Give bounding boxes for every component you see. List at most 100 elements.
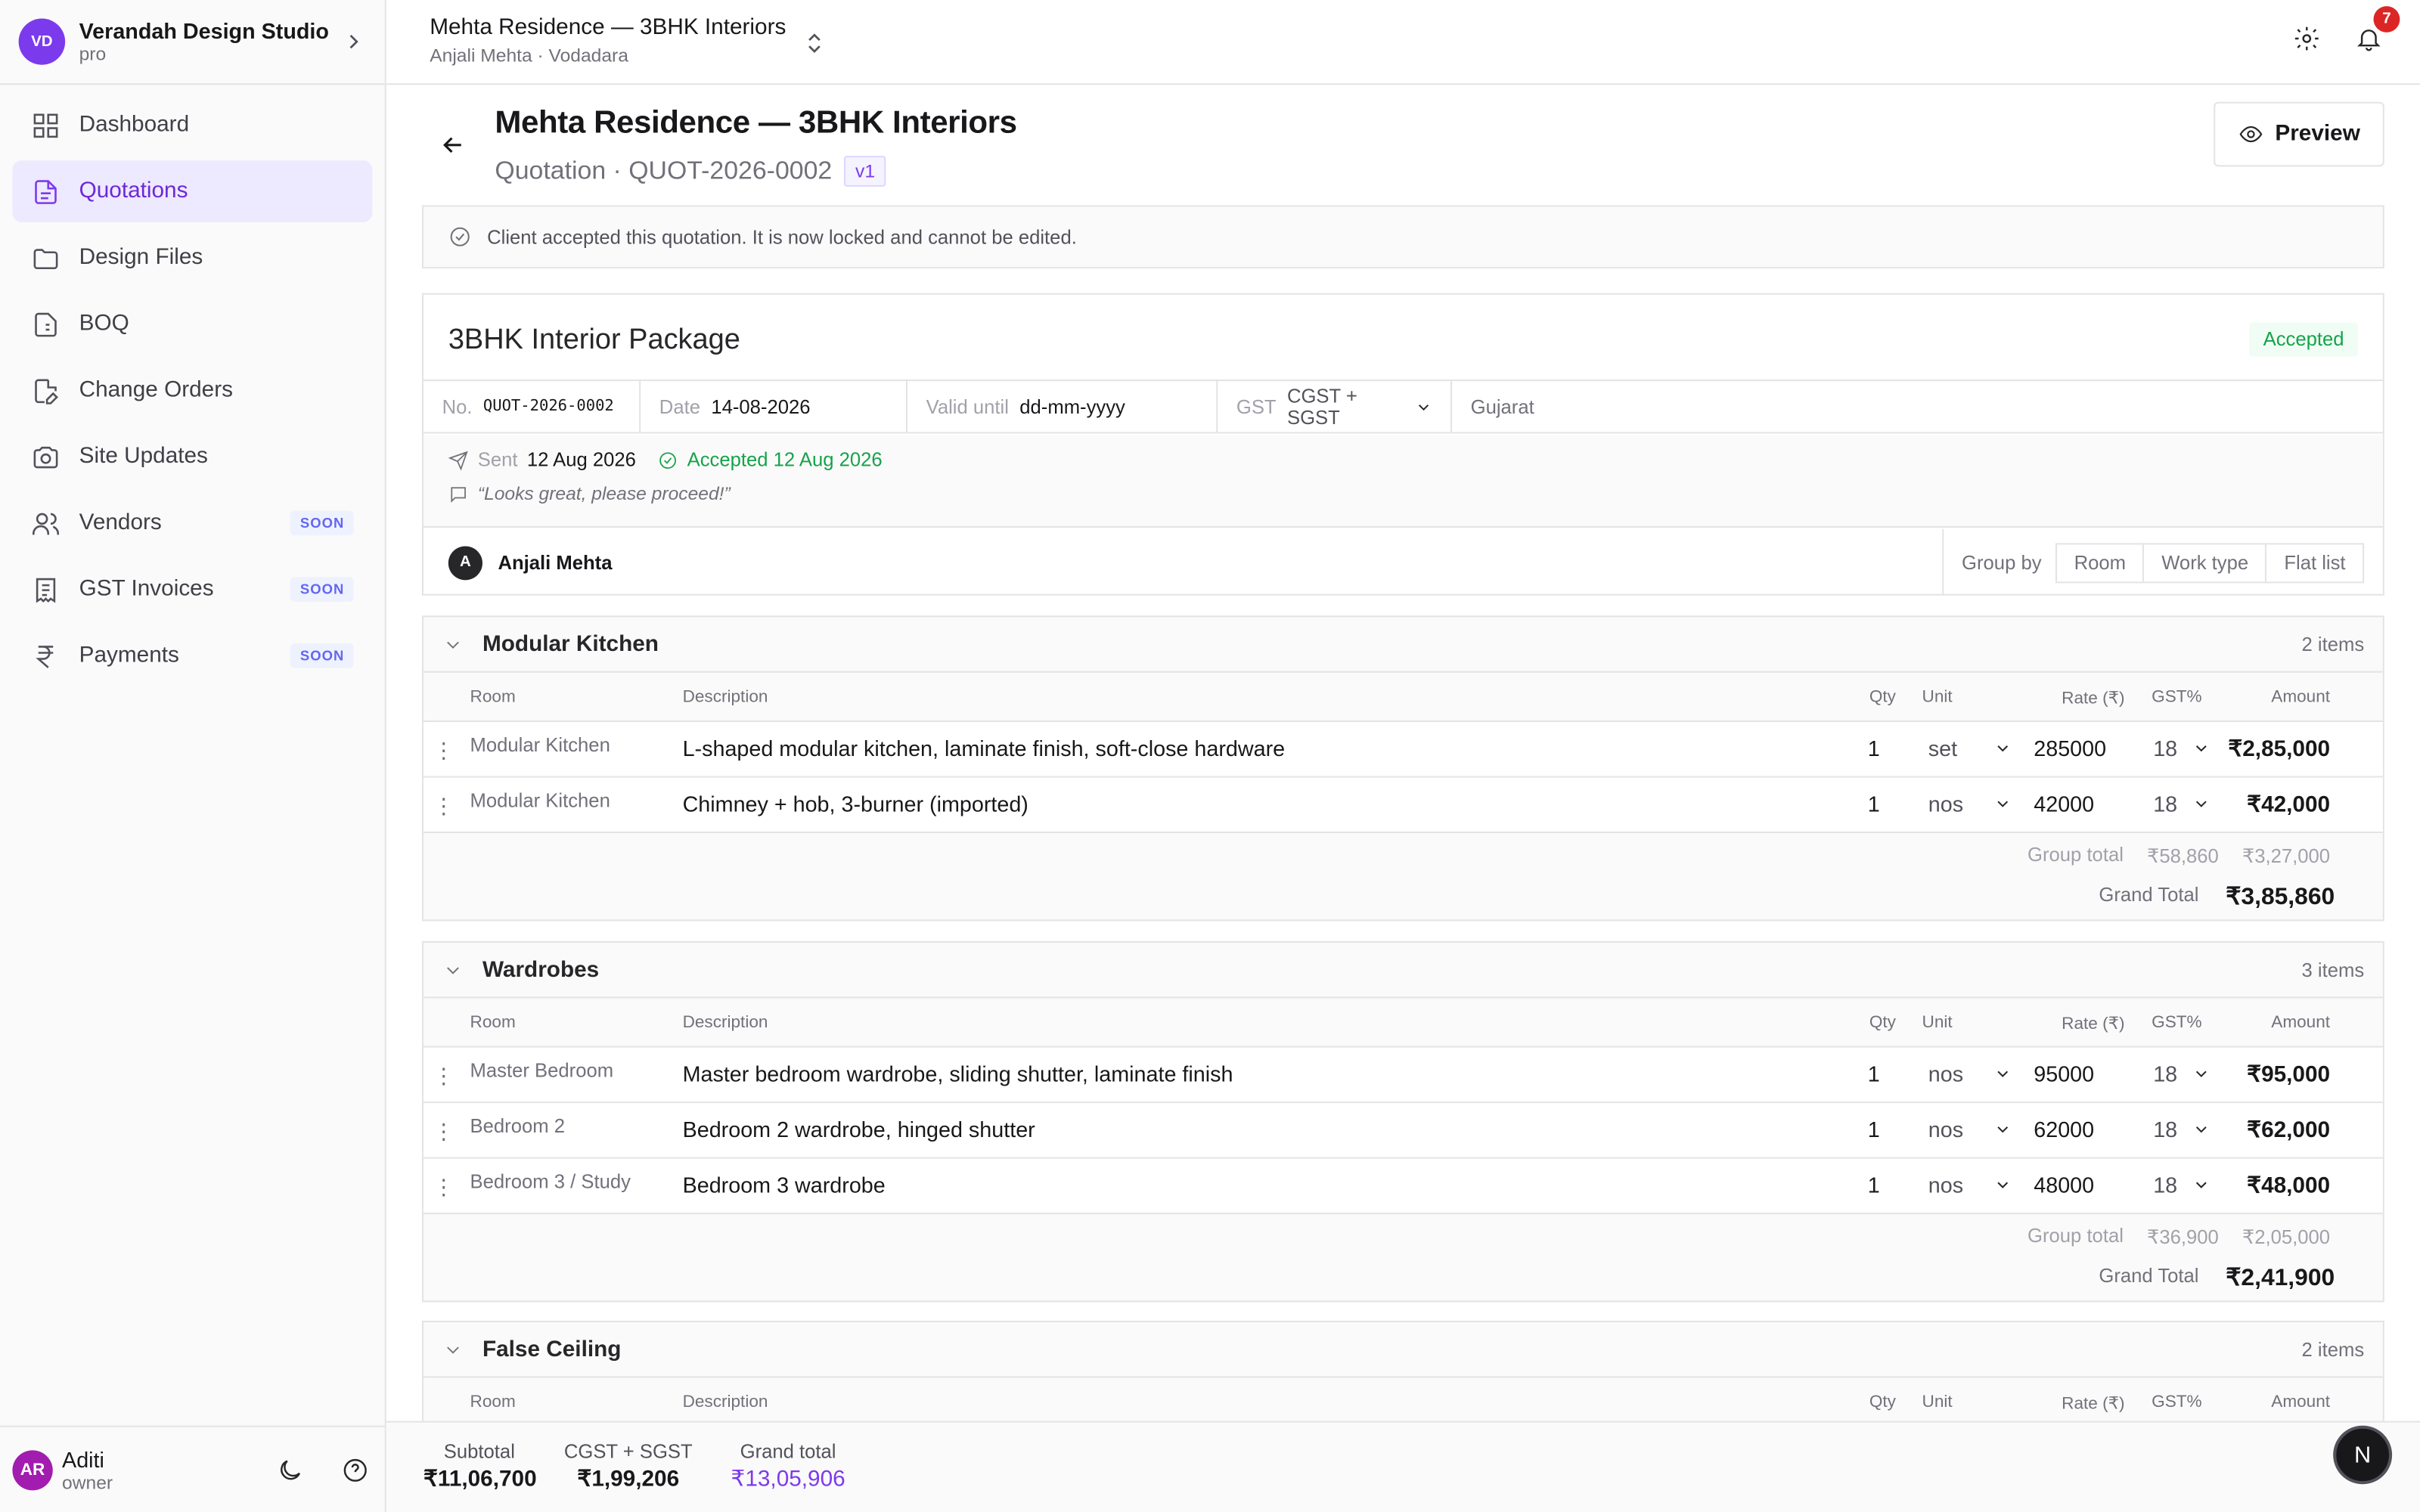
accepted-date: Accepted 12 Aug 2026 [687, 448, 883, 471]
table-header: Room Description Qty Unit Rate (₹) GST% … [424, 673, 2383, 723]
accepted-status: Accepted 12 Aug 2026 [658, 448, 883, 471]
chevron-up-down-icon[interactable] [802, 28, 827, 59]
avatar[interactable]: AR [12, 1449, 53, 1490]
drag-handle-icon[interactable]: ⋮ [433, 738, 455, 763]
header-gst: GST% [2152, 688, 2202, 707]
locked-notice: Client accepted this quotation. It is no… [421, 205, 2384, 269]
comment-icon [451, 486, 466, 503]
row-rate-input: 95000 [2034, 1061, 2095, 1086]
sidebar-item-change-orders[interactable]: Change Orders [12, 360, 372, 422]
row-unit-select: nos [1928, 1117, 1964, 1142]
footer-subtotal: Subtotal ₹11,06,700 [424, 1441, 537, 1492]
row-room: Modular Kitchen [470, 789, 610, 812]
chevron-down-icon [2195, 745, 2207, 752]
group-grand-total: ₹2,41,900 [2226, 1265, 2335, 1292]
assistant-fab-button[interactable]: N [2333, 1425, 2393, 1485]
settings-icon[interactable] [2293, 25, 2321, 53]
gst-label: GST [1236, 395, 1277, 418]
group-subtotal: ₹2,05,000 [2242, 1226, 2331, 1249]
row-unit-select: nos [1928, 1173, 1964, 1198]
group-header[interactable]: False Ceiling 2 items [424, 1322, 2383, 1378]
sent-label: Sent [477, 448, 518, 471]
user-role: owner [62, 1470, 113, 1493]
preview-label: Preview [2275, 122, 2360, 147]
drag-handle-icon[interactable]: ⋮ [433, 1063, 455, 1088]
state-field[interactable]: Gujarat [1452, 381, 1553, 432]
group-by-flat-list[interactable]: Flat list [2267, 544, 2363, 581]
soon-badge: SOON [290, 577, 354, 602]
version-badge: v1 [844, 156, 886, 187]
header-qty: Qty [1869, 1393, 1896, 1412]
gst-type-select[interactable]: GST CGST + SGST [1218, 381, 1453, 432]
chevron-down-icon [1997, 745, 2009, 752]
send-icon [448, 450, 468, 470]
preview-button[interactable]: Preview [2214, 101, 2384, 167]
eye-icon [2238, 125, 2262, 143]
sidebar-item-payments[interactable]: Payments SOON [12, 625, 372, 687]
row-rate-input: 285000 [2034, 736, 2107, 761]
sidebar-item-site-updates[interactable]: Site Updates [12, 426, 372, 488]
header-unit: Unit [1922, 1393, 1953, 1412]
drag-handle-icon[interactable]: ⋮ [433, 1174, 455, 1199]
subtotal-value: ₹11,06,700 [424, 1467, 537, 1492]
group-totals: Group total ₹58,860 ₹3,27,000 Grand Tota… [424, 833, 2383, 919]
footer-gst: CGST + SGST ₹1,99,206 [563, 1441, 693, 1492]
sidebar-item-quotations[interactable]: Quotations [12, 160, 373, 222]
footer-grand-total: Grand total ₹13,05,906 [723, 1441, 853, 1492]
drag-handle-icon[interactable]: ⋮ [433, 793, 455, 818]
project-switcher[interactable]: Mehta Residence — 3BHK Interiors Anjali … [430, 15, 786, 66]
group-by-room[interactable]: Room [2057, 544, 2145, 581]
chevron-down-icon [447, 640, 459, 648]
change-order-icon [35, 378, 58, 404]
soon-badge: SOON [290, 510, 354, 536]
workspace-switcher[interactable]: VD Verandah Design Studio pro [0, 0, 385, 85]
dashboard-icon [33, 113, 58, 138]
sidebar-item-gst-invoices[interactable]: GST Invoices SOON [12, 559, 372, 621]
table-row: ⋮ Master Bedroom Master bedroom wardrobe… [424, 1047, 2383, 1104]
sidebar-item-label: BOQ [79, 311, 129, 336]
sidebar-item-label: Vendors [79, 510, 162, 536]
no-value: QUOT-2026-0002 [482, 398, 614, 415]
group-item-count: 2 items [2301, 1338, 2365, 1360]
sidebar-item-label: Payments [79, 643, 179, 668]
table-row: ⋮ Modular Kitchen L-shaped modular kitch… [424, 722, 2383, 778]
group-modular-kitchen: Modular Kitchen 2 items Room Description… [421, 615, 2384, 922]
notifications-button[interactable]: 7 [2355, 6, 2400, 60]
row-amount: ₹62,000 [2247, 1118, 2331, 1144]
quotation-card: 3BHK Interior Package Accepted No. QUOT-… [421, 293, 2384, 596]
activity-panel: Sent 12 Aug 2026 Accepted 12 Aug 2026 “L… [424, 435, 2383, 528]
group-header[interactable]: Modular Kitchen 2 items [424, 617, 2383, 673]
sidebar-item-design-files[interactable]: Design Files [12, 227, 372, 289]
back-arrow-icon[interactable] [439, 131, 467, 159]
row-rate-input: 48000 [2034, 1173, 2095, 1198]
group-grand-label: Grand Total [2099, 1265, 2199, 1287]
table-header: Room Description Qty Unit Rate (₹) GST% … [424, 998, 2383, 1048]
drag-handle-icon[interactable]: ⋮ [433, 1119, 455, 1144]
workspace-name: Verandah Design Studio [79, 18, 329, 44]
client-comment: “Looks great, please proceed!” [477, 482, 731, 505]
sidebar-item-label: Design Files [79, 245, 203, 271]
gst-value: CGST + SGST [1286, 385, 1357, 429]
sidebar-item-boq[interactable]: BOQ [12, 293, 372, 355]
chevron-down-icon [2195, 801, 2207, 807]
sidebar-item-label: Dashboard [79, 112, 190, 138]
sidebar-item-dashboard[interactable]: Dashboard [12, 94, 372, 156]
sidebar-item-vendors[interactable]: Vendors SOON [12, 492, 372, 554]
notice-text: Client accepted this quotation. It is no… [487, 225, 1077, 248]
quotation-icon [35, 179, 57, 203]
group-header[interactable]: Wardrobes 3 items [424, 943, 2383, 999]
group-by-work-type[interactable]: Work type [2145, 544, 2267, 581]
help-button[interactable] [338, 1452, 372, 1486]
folder-icon [33, 248, 58, 269]
date-value: 14-08-2026 [711, 395, 811, 418]
gst-total-value: ₹1,99,206 [577, 1467, 680, 1492]
header-description: Description [682, 688, 768, 707]
chevron-right-icon [349, 34, 358, 49]
client-avatar: A [448, 545, 482, 580]
valid-until-field[interactable]: Valid until dd-mm-yyyy [908, 381, 1218, 432]
theme-toggle-button[interactable] [273, 1452, 307, 1486]
row-description: L-shaped modular kitchen, laminate finis… [682, 736, 1286, 761]
grand-total-label: Grand total [740, 1441, 836, 1463]
group-item-count: 2 items [2301, 633, 2365, 655]
date-field[interactable]: Date 14-08-2026 [641, 381, 908, 432]
